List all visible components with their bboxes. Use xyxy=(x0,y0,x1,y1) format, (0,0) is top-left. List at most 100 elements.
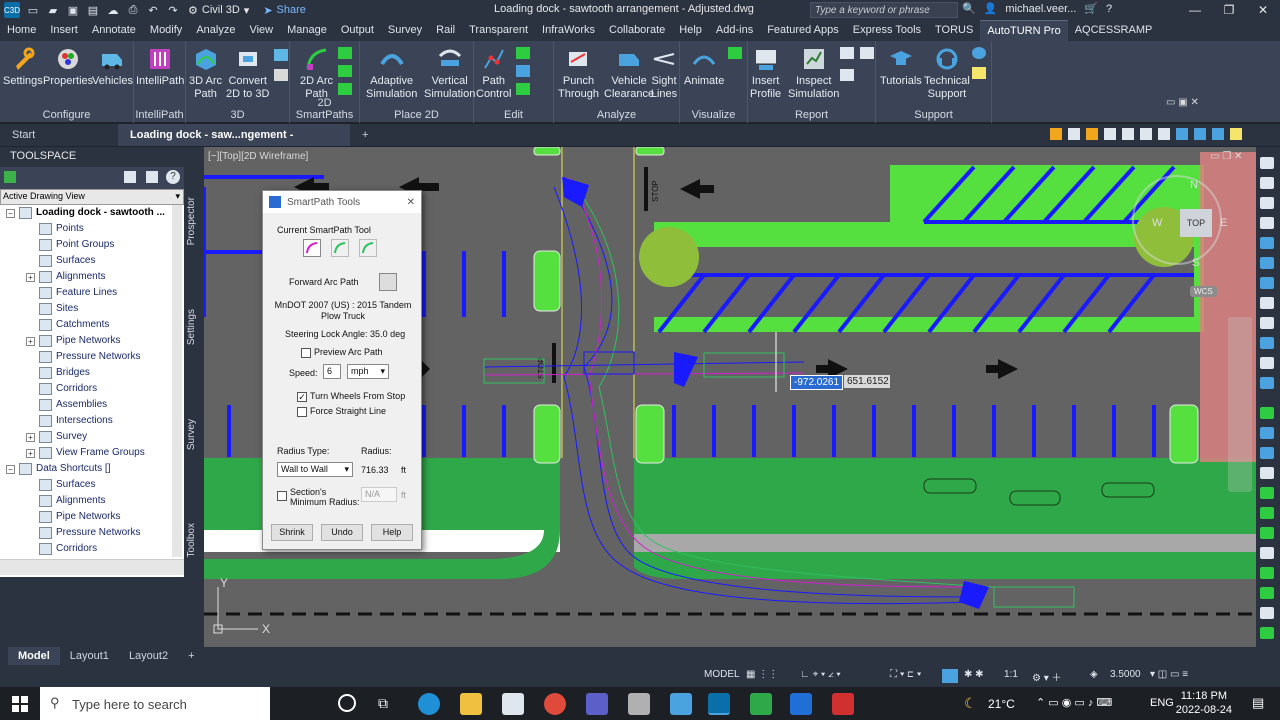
ribbon-tab-torus[interactable]: TORUS xyxy=(928,20,980,41)
arc-tool-icon[interactable] xyxy=(303,239,321,257)
tree-data-shortcuts[interactable]: − Data Shortcuts [] xyxy=(6,461,110,477)
settings-button[interactable]: Settings xyxy=(3,45,43,88)
chrome-icon[interactable] xyxy=(544,693,566,715)
tool-icon-2[interactable] xyxy=(1068,128,1080,140)
cloud-save-icon[interactable]: ☁ xyxy=(106,3,120,17)
tool-icon-9[interactable] xyxy=(1194,128,1206,140)
intellipath-button[interactable]: IntelliPath xyxy=(136,45,184,88)
restore-icon[interactable]: ❐ xyxy=(1212,0,1246,20)
weather-icon[interactable]: ☾ xyxy=(964,695,977,712)
right-tool-icon-16[interactable] xyxy=(1260,467,1274,479)
ribbon-tab-aqcessramp[interactable]: AQCESSRAMP xyxy=(1068,20,1160,41)
tool-icon-11[interactable] xyxy=(1230,128,1242,140)
shrink-button[interactable]: Shrink xyxy=(271,524,313,541)
coord-y-input[interactable]: 651.6152 xyxy=(844,375,890,388)
add-layout-button[interactable]: + xyxy=(178,647,204,665)
ribbon-tab-insert[interactable]: Insert xyxy=(43,20,85,41)
civil3d-taskbar-icon[interactable] xyxy=(708,693,730,715)
vehicle-clearance-button[interactable]: Vehicle Clearance xyxy=(604,45,654,101)
edit-small-icon[interactable] xyxy=(516,47,530,59)
vertical-simulation-button[interactable]: Vertical Simulation xyxy=(424,45,475,101)
tab-toolbox[interactable]: Toolbox xyxy=(186,523,197,557)
tree-item-corridors[interactable]: Corridors xyxy=(26,381,97,397)
task-view-icon[interactable]: ⧉ xyxy=(378,695,388,712)
tab-start[interactable]: Start xyxy=(0,124,118,146)
ribbon-tab-annotate[interactable]: Annotate xyxy=(85,20,143,41)
language-indicator[interactable]: ENG xyxy=(1150,697,1174,709)
tool-icon-8[interactable] xyxy=(1176,128,1188,140)
tree-root-drawing[interactable]: − Loading dock - sawtooth ... xyxy=(6,205,165,221)
tab-active-drawing[interactable]: Loading dock - saw...ngement - Adjusted*… xyxy=(118,124,350,163)
coord-x-input[interactable]: -972.0261 xyxy=(790,375,844,390)
close-icon[interactable]: ✕ xyxy=(407,197,415,208)
right-tool-icon-17[interactable] xyxy=(1260,487,1274,499)
ribbon-tab-collaborate[interactable]: Collaborate xyxy=(602,20,672,41)
tree-item-pipe-networks[interactable]: + Pipe Networks xyxy=(26,333,120,349)
teams-icon[interactable] xyxy=(586,693,608,715)
status-tools-icon[interactable]: ▾ ◫ ▭ ≡ xyxy=(1150,669,1188,680)
right-tool-icon-12[interactable] xyxy=(1260,377,1274,389)
right-tool-icon-3[interactable] xyxy=(1260,197,1274,209)
smartpath-small-icon-2[interactable] xyxy=(338,65,352,77)
tree-item-points[interactable]: Points xyxy=(26,221,84,237)
speed-unit-select[interactable]: mph ▾ xyxy=(347,364,389,379)
viewport-controls-label[interactable]: [−][Top][2D Wireframe] xyxy=(208,151,308,162)
right-tool-icon-22[interactable] xyxy=(1260,587,1274,599)
visualize-small-icon[interactable] xyxy=(728,47,742,59)
tree-item-assemblies[interactable]: Assemblies xyxy=(26,397,107,413)
vehicle-select-icon[interactable] xyxy=(379,273,397,291)
right-tool-icon-10[interactable] xyxy=(1260,337,1274,349)
ribbon-tab-infraworks[interactable]: InfraWorks xyxy=(535,20,602,41)
notification-icon[interactable]: ▤ xyxy=(1252,695,1264,711)
3d-tool-small-icon[interactable] xyxy=(274,49,288,61)
save-icon[interactable]: ▣ xyxy=(66,3,80,17)
windows-start-icon[interactable] xyxy=(12,696,28,712)
right-tool-icon-1[interactable] xyxy=(1260,157,1274,169)
path-control-button[interactable]: Path Control xyxy=(476,45,511,101)
tree-shortcut-pipe-networks[interactable]: Pipe Networks xyxy=(26,509,120,525)
report-small-icon-2[interactable] xyxy=(860,47,874,59)
tree-item-view-frame-groups[interactable]: + View Frame Groups xyxy=(26,445,145,461)
wcs-menu[interactable]: WCS xyxy=(1190,286,1217,297)
2d-arc-path-button[interactable]: 2D Arc Path xyxy=(300,45,333,101)
technical-support-button[interactable]: Technical Support xyxy=(924,45,970,101)
tree-scrollbar[interactable] xyxy=(172,205,182,557)
report-small-icon[interactable] xyxy=(840,47,854,59)
app-logo-icon[interactable]: C3D xyxy=(4,2,20,18)
notes-small-icon[interactable] xyxy=(972,67,986,79)
tab-layout2[interactable]: Layout2 xyxy=(119,647,178,665)
app-icon-3[interactable] xyxy=(750,693,772,715)
ribbon-tab-home[interactable]: Home xyxy=(0,20,43,41)
outlook-icon[interactable] xyxy=(790,693,812,715)
app-icon-1[interactable] xyxy=(628,693,650,715)
right-tool-icon-19[interactable] xyxy=(1260,527,1274,539)
right-tool-icon-13[interactable] xyxy=(1260,407,1274,419)
speed-input[interactable]: 6 xyxy=(323,364,341,379)
expand-toggle-icon[interactable]: − xyxy=(6,208,15,218)
right-tool-icon-5[interactable] xyxy=(1260,237,1274,249)
right-tool-icon-18[interactable] xyxy=(1260,507,1274,519)
viewport-window-controls[interactable]: ▭ ❐ ✕ xyxy=(1210,151,1242,162)
new-file-icon[interactable]: ▭ xyxy=(26,3,40,17)
radius-value[interactable]: 716.33 xyxy=(361,465,389,475)
annotation-icon[interactable] xyxy=(942,669,958,683)
tree-item-feature-lines[interactable]: Feature Lines xyxy=(26,285,117,301)
horizontal-scrollbar[interactable] xyxy=(0,559,184,575)
tree-item-catchments[interactable]: Catchments xyxy=(26,317,109,333)
weather-temp[interactable]: 21°C xyxy=(988,697,1015,711)
file-explorer-icon[interactable] xyxy=(460,693,482,715)
insert-profile-button[interactable]: Insert Profile xyxy=(750,45,781,101)
ribbon-tab-add-ins[interactable]: Add-ins xyxy=(709,20,760,41)
grid-icon[interactable]: ▦ ⋮⋮ xyxy=(746,669,778,680)
edge-icon[interactable] xyxy=(418,693,440,715)
smartpath-small-icon-3[interactable] xyxy=(338,83,352,95)
expand-toggle-icon[interactable]: + xyxy=(26,432,35,442)
close-icon[interactable]: ✕ xyxy=(1246,0,1280,20)
ribbon-tab-transparent[interactable]: Transparent xyxy=(462,20,535,41)
tree-item-point-groups[interactable]: Point Groups xyxy=(26,237,114,253)
cart-icon[interactable]: 🛒 xyxy=(1084,2,1098,15)
animate-button[interactable]: Animate xyxy=(684,45,724,88)
force-straight-checkbox[interactable]: Force Straight Line xyxy=(297,406,386,417)
section-min-input[interactable]: N/A xyxy=(361,487,397,502)
ribbon-tab-view[interactable]: View xyxy=(242,20,280,41)
